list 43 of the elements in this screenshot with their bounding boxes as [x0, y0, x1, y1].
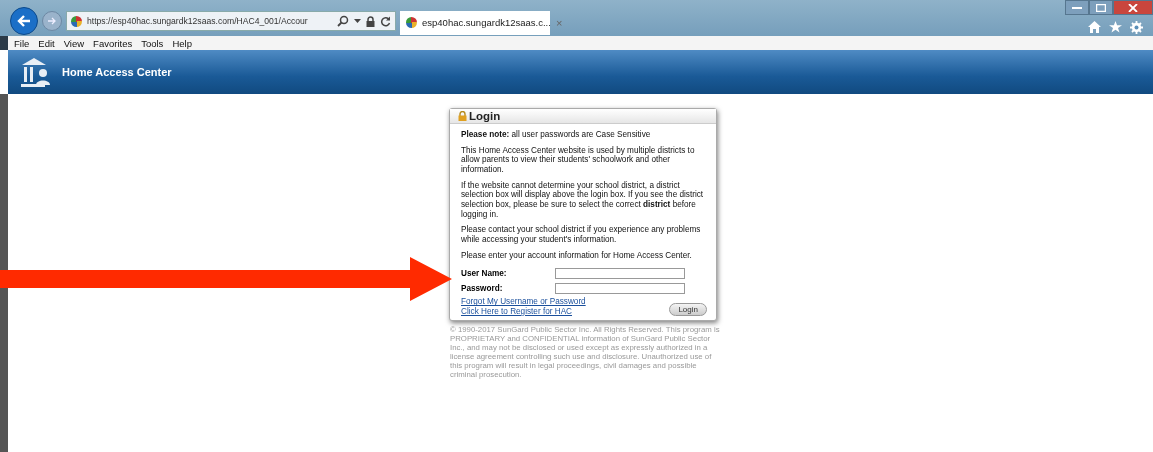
- info-paragraph: Please note: all user passwords are Case Sensitive: [461, 130, 652, 140]
- settings-icon[interactable]: [1130, 21, 1143, 34]
- star-icon[interactable]: [1109, 21, 1122, 33]
- menu-item[interactable]: Help: [172, 37, 192, 49]
- header-title: Home Access Center: [62, 66, 172, 78]
- refresh-icon[interactable]: [380, 15, 391, 27]
- login-title: Login: [469, 110, 501, 122]
- field-label: Password:: [461, 284, 504, 294]
- info-paragraph: Please contact your school district if you experience any problems while accessing your student's information.: [461, 225, 702, 245]
- menu-item[interactable]: View: [63, 37, 85, 49]
- input-field[interactable]: [555, 283, 685, 295]
- home-icon[interactable]: [1088, 21, 1101, 33]
- maximize-icon: [1096, 3, 1106, 12]
- info-paragraph: Please enter your account information for Home Access Center.: [461, 250, 693, 261]
- menu-item[interactable]: Favorites: [93, 37, 133, 49]
- lock-icon: [458, 111, 467, 121]
- minimize-icon: [1072, 6, 1082, 9]
- close-button[interactable]: [1113, 0, 1153, 15]
- text-link[interactable]: Click Here to Register for HAC: [461, 306, 586, 317]
- arrow-left-icon: [17, 15, 31, 27]
- tab-title: esp40hac.sungardk12saas.c...: [422, 17, 551, 28]
- menu-item[interactable]: File: [14, 37, 30, 49]
- lock-icon[interactable]: [366, 15, 375, 27]
- address-bar[interactable]: https://esp40hac.sungardk12saas.com/HAC4_001/Accour: [66, 11, 396, 31]
- forward-button[interactable]: [42, 11, 62, 31]
- login-button[interactable]: Login: [669, 303, 707, 317]
- address-text: https://esp40hac.sungardk12saas.com/HAC4_001/Accour: [87, 16, 309, 26]
- maximize-button[interactable]: [1089, 0, 1113, 15]
- close-icon: [1128, 3, 1138, 12]
- dropdown-icon[interactable]: [354, 19, 361, 23]
- minimize-button[interactable]: [1065, 0, 1089, 15]
- menu-item[interactable]: Edit: [38, 37, 55, 49]
- field-label: User Name:: [461, 269, 508, 279]
- back-button[interactable]: [10, 7, 38, 35]
- info-paragraph: If the website cannot determine your school district, a district selection box will display above the login box. If you see the district selection box, please be sure to select the correct district before logging in.: [461, 180, 705, 220]
- info-paragraph: This Home Access Center website is used by multiple districts to allow parents to view their students' schoolwork and other information.: [461, 145, 696, 175]
- search-icon[interactable]: [337, 15, 349, 27]
- input-field[interactable]: [555, 268, 685, 280]
- site-icon: [71, 15, 82, 27]
- arrow-right-icon: [47, 17, 57, 25]
- menu-item[interactable]: Tools: [141, 37, 164, 49]
- text-link[interactable]: Forgot My Username or Password: [461, 297, 586, 307]
- site-icon: [406, 17, 417, 28]
